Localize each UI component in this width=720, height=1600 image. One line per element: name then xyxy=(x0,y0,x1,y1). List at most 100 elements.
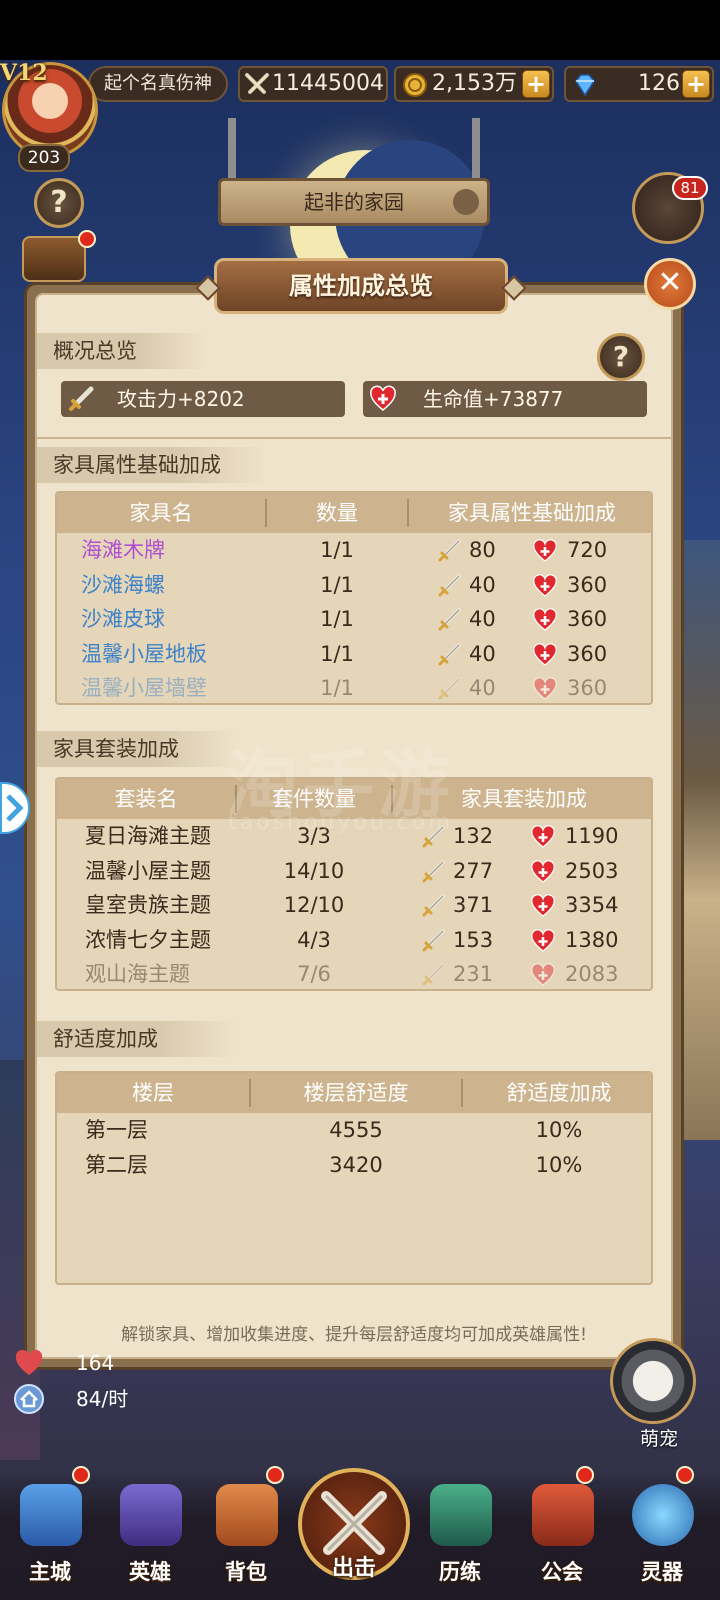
table-row: 海滩木牌 1/1 80 720 xyxy=(57,533,651,568)
column-header: 数量 xyxy=(316,501,358,525)
nav-guild[interactable]: 公会 xyxy=(514,1470,610,1600)
overview-heading: 概况总览 xyxy=(37,333,207,369)
gem-value: 126 xyxy=(638,71,680,96)
hp-bonus: 1190 xyxy=(565,824,619,848)
sword-icon xyxy=(438,573,461,596)
heart-icon xyxy=(531,825,555,848)
set-count: 4/3 xyxy=(297,927,331,952)
column-header: 套装名 xyxy=(114,787,178,811)
sword-icon xyxy=(438,642,461,665)
hp-bonus: 2503 xyxy=(565,858,619,883)
floor-comfort: 4555 xyxy=(329,1118,383,1142)
base-bonus-table: 家具名 数量 家具属性基础加成 海滩木牌 1/1 80 720 沙滩海螺 1/1 40 360… xyxy=(55,491,653,705)
sword-icon xyxy=(438,608,461,631)
set-name: 温馨小屋主题 xyxy=(85,858,211,883)
set-bonus-heading: 家具套装加成 xyxy=(37,731,237,767)
crossed-swords-icon xyxy=(245,73,269,94)
heart-icon xyxy=(15,1349,43,1375)
backpack-icon xyxy=(216,1484,278,1546)
nav-heroes[interactable]: 英雄 xyxy=(102,1470,198,1600)
attack-bonus: 40 xyxy=(469,676,496,700)
crystal-orb-icon xyxy=(632,1484,694,1546)
furniture-count: 1/1 xyxy=(320,572,354,597)
guild-flag-icon xyxy=(532,1484,594,1546)
hp-bonus: 360 xyxy=(567,641,608,666)
set-bonus-rows[interactable]: 夏日海滩主题 3/3 132 1190 温馨小屋主题 14/10 277 2503 皇室贵族主题… xyxy=(57,819,651,989)
notification-dot xyxy=(72,1466,90,1484)
pencil-icon[interactable] xyxy=(453,189,479,215)
nav-trials[interactable]: 历练 xyxy=(412,1470,508,1600)
set-name: 皇室贵族主题 xyxy=(85,893,211,917)
table-row: 第一层 4555 10% xyxy=(57,1113,651,1148)
top-bar: V12 203 起个名真伤神 11445004 2,153万 + 126 + xyxy=(0,60,720,172)
furniture-count: 1/1 xyxy=(320,676,354,700)
set-name: 浓情七夕主题 xyxy=(85,927,211,952)
add-gold-button[interactable]: + xyxy=(522,70,550,98)
furniture-name: 沙滩皮球 xyxy=(81,607,165,631)
hp-bonus: 3354 xyxy=(565,893,619,917)
income-rate-stat: 84/时 xyxy=(12,1382,128,1416)
table-row: 沙滩皮球 1/1 40 360 xyxy=(57,602,651,637)
heart-icon xyxy=(531,963,555,986)
combat-power: 11445004 xyxy=(238,66,388,102)
table-header: 楼层 楼层舒适度 舒适度加成 xyxy=(57,1073,651,1113)
heart-icon xyxy=(533,573,557,597)
hp-bonus: 360 xyxy=(567,572,608,597)
help-button-top[interactable]: ? xyxy=(34,178,84,228)
table-row: 观山海主题 7/6 231 2083 xyxy=(57,957,651,989)
comfort-rows: 第一层 4555 10% 第二层 3420 10% xyxy=(57,1113,651,1182)
floor-name: 第一层 xyxy=(85,1118,148,1142)
attack-bonus: 231 xyxy=(453,962,494,986)
set-count: 7/6 xyxy=(297,962,331,986)
base-bonus-rows[interactable]: 海滩木牌 1/1 80 720 沙滩海螺 1/1 40 360 沙滩皮球 1/1 40 360 温馨小屋… xyxy=(57,533,651,703)
table-header: 家具名 数量 家具属性基础加成 xyxy=(57,493,651,533)
set-count: 14/10 xyxy=(283,858,345,883)
player-level-badge: 203 xyxy=(18,144,70,172)
hearts-value: 164 xyxy=(76,1351,115,1375)
treasure-chest-icon[interactable] xyxy=(22,236,86,282)
add-gems-button[interactable]: + xyxy=(682,70,710,98)
footer-hint: 解锁家具、增加收集进度、提升每层舒适度均可加成英雄属性! xyxy=(121,1325,587,1345)
furniture-count: 1/1 xyxy=(320,641,354,666)
attack-total: 攻击力+8202 xyxy=(61,381,345,417)
sword-icon xyxy=(422,894,445,917)
home-name-sign[interactable]: 起非的家园 xyxy=(218,178,490,226)
heart-icon xyxy=(533,642,557,666)
notification-dot xyxy=(676,1466,694,1484)
table-row: 温馨小屋主题 14/10 277 2503 xyxy=(57,854,651,889)
sword-icon xyxy=(422,859,445,882)
table-row: 第二层 3420 10% xyxy=(57,1148,651,1183)
sword-icon xyxy=(438,539,461,562)
hp-bonus: 360 xyxy=(567,676,608,700)
table-row: 皇室贵族主题 12/10 371 3354 xyxy=(57,888,651,923)
pet-icon[interactable] xyxy=(610,1338,696,1424)
heart-icon xyxy=(531,894,555,917)
gold-counter: 2,153万 + xyxy=(394,66,554,102)
hearts-stat: 164 xyxy=(12,1346,114,1380)
help-button[interactable]: ? xyxy=(597,333,645,381)
nav-attack-label: 出击 xyxy=(331,1556,376,1581)
hp-bonus: 720 xyxy=(567,538,608,562)
nav-main-city[interactable]: 主城 xyxy=(2,1470,98,1600)
sword-icon xyxy=(69,386,94,411)
column-header: 舒适度加成 xyxy=(506,1081,612,1105)
attack-bonus: 153 xyxy=(453,927,494,952)
expand-arrow-icon[interactable] xyxy=(0,782,30,834)
diamond-icon xyxy=(575,74,595,97)
income-rate-value: 84/时 xyxy=(76,1387,129,1411)
sword-icon xyxy=(422,928,445,951)
notification-dot xyxy=(266,1466,284,1484)
player-name[interactable]: 起个名真伤神 xyxy=(88,66,228,102)
close-button[interactable]: ✕ xyxy=(644,258,696,310)
nav-backpack[interactable]: 背包 xyxy=(198,1470,294,1600)
heart-icon xyxy=(531,928,555,952)
sword-icon xyxy=(422,963,445,986)
home-name: 起非的家园 xyxy=(304,190,404,214)
comfort-heading: 舒适度加成 xyxy=(37,1021,237,1057)
table-row: 沙滩海螺 1/1 40 360 xyxy=(57,568,651,603)
hp-bonus: 1380 xyxy=(565,927,619,952)
pet-label: 萌宠 xyxy=(639,1428,678,1450)
attack-bonus: 40 xyxy=(469,572,496,597)
furniture-name: 海滩木牌 xyxy=(81,538,165,562)
nav-artifacts[interactable]: 灵器 xyxy=(614,1470,710,1600)
